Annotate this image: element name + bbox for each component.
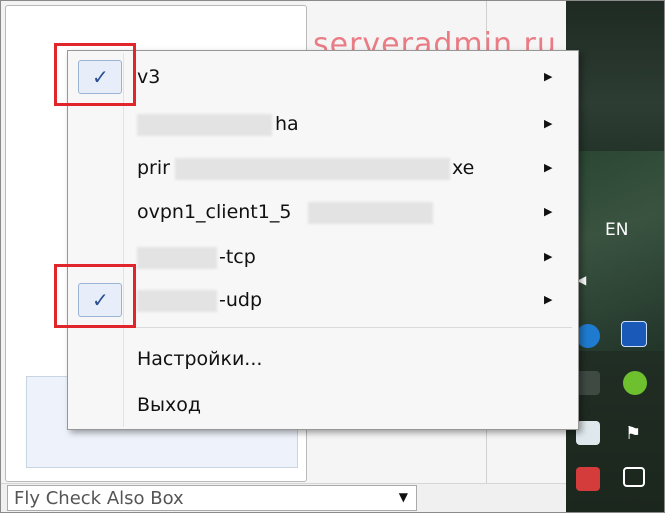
submenu-arrow-icon: ▶ [544, 117, 553, 130]
redacted-text [308, 202, 433, 224]
menu-item-tcp[interactable]: -tcp ▶ [70, 237, 576, 277]
redacted-text [137, 247, 217, 269]
menu-item-label: Настройки... [137, 348, 263, 370]
select-box[interactable]: Fly Check Also Box ▼ [7, 485, 417, 511]
highlight-box [54, 43, 136, 106]
submenu-arrow-icon: ▶ [544, 70, 553, 83]
flag-icon[interactable]: ⚑ [625, 423, 649, 447]
menu-item-prir[interactable]: prir xe ▶ [70, 148, 576, 188]
select-value: Fly Check Also Box [14, 488, 184, 509]
menu-item-label: Выход [137, 394, 202, 416]
submenu-arrow-icon: ▶ [544, 161, 553, 174]
highlight-box [54, 264, 136, 328]
screenshot-frame: Fly Check Also Box ▼ EN ◀ ⚑ serveradmin.… [0, 0, 665, 513]
evernote-icon[interactable] [576, 371, 600, 395]
green-app-icon[interactable] [623, 371, 647, 395]
language-indicator[interactable]: EN [605, 220, 628, 240]
teamviewer-icon[interactable] [576, 324, 600, 348]
redacted-text [175, 158, 450, 180]
dropdown-arrow-icon[interactable]: ▼ [399, 490, 408, 504]
menu-item-label: prir [137, 157, 170, 179]
menu-item-label: ovpn1_client1_5 [137, 201, 292, 223]
submenu-arrow-icon: ▶ [544, 205, 553, 218]
menu-item-ovpn1-client1[interactable]: ovpn1_client1_5 ▶ [70, 192, 576, 232]
menu-item-exit[interactable]: Выход [70, 385, 576, 425]
menu-item-label: -tcp [219, 246, 256, 268]
menu-item-v3[interactable]: ✓ v3 ▶ [70, 57, 576, 97]
submenu-arrow-icon: ▶ [544, 293, 553, 306]
menu-item-label-end: xe [452, 157, 475, 179]
monitor-icon[interactable] [623, 467, 645, 487]
context-menu: ✓ v3 ▶ ha ▶ prir xe ▶ ovpn1_client1_5 ▶ … [67, 50, 579, 430]
desktop-background [566, 151, 664, 351]
menu-separator [126, 327, 572, 328]
menu-item-ha[interactable]: ha ▶ [70, 104, 576, 144]
network-icon[interactable] [576, 421, 600, 445]
menu-item-settings[interactable]: Настройки... [70, 339, 576, 379]
submenu-arrow-icon: ▶ [544, 250, 553, 263]
menu-item-label: -udp [219, 289, 263, 311]
redacted-text [137, 114, 272, 136]
menu-item-label: v3 [137, 66, 161, 88]
power-icon[interactable] [576, 467, 600, 491]
redacted-text [137, 290, 217, 312]
menu-item-udp[interactable]: ✓ -udp ▶ [70, 280, 576, 320]
lock-icon[interactable] [621, 321, 647, 347]
menu-item-label: ha [275, 113, 299, 135]
